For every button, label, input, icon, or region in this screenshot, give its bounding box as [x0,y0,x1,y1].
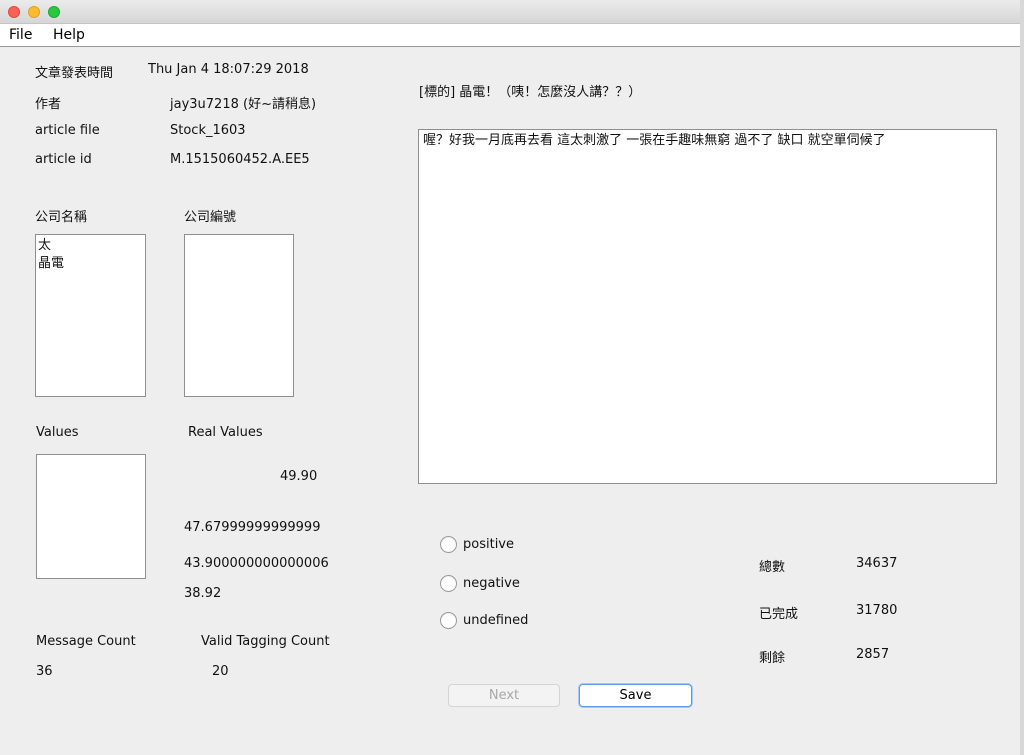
article-id-value: M.1515060452.A.EE5 [170,152,310,167]
company-code-label: 公司編號 [184,210,237,225]
article-title: [標的] 晶電！（咦！怎麼沒人講？？） [419,85,642,100]
undefined-label[interactable]: undefined [463,613,528,628]
negative-radio[interactable] [440,574,457,592]
real-values-label: Real Values [188,425,263,440]
valid-tagging-count-value: 20 [212,664,229,679]
remaining-value: 2857 [856,647,890,662]
positive-label[interactable]: positive [463,537,514,552]
company-name-label: 公司名稱 [35,210,88,225]
window-edge [1020,0,1024,755]
real-value-4: 38.92 [184,586,222,601]
completed-value: 31780 [856,603,898,618]
list-item[interactable]: 晶電 [38,255,143,273]
article-id-label: article id [35,152,92,167]
values-list[interactable] [36,454,146,579]
save-button[interactable]: Save [579,684,692,707]
real-value-1: 49.90 [280,469,318,484]
close-window-button[interactable] [8,6,20,18]
author-label: 作者 [35,97,62,112]
menu-bar: File Help [0,24,1020,47]
undefined-radio[interactable] [440,611,457,629]
values-label: Values [36,425,79,440]
real-value-3: 43.900000000000006 [184,556,329,571]
next-button[interactable]: Next [448,684,560,707]
positive-option[interactable]: positive [440,534,514,554]
list-item[interactable]: 太 [38,237,143,255]
menu-help[interactable]: Help [53,27,85,43]
undefined-option[interactable]: undefined [440,610,528,630]
author-value: jay3u7218 (好~請稍息) [170,97,317,112]
total-value: 34637 [856,556,898,571]
negative-option[interactable]: negative [440,573,520,593]
completed-label: 已完成 [759,607,799,622]
real-value-2: 47.67999999999999 [184,520,321,535]
menu-file[interactable]: File [9,27,32,43]
negative-label[interactable]: negative [463,576,520,591]
total-label: 總數 [759,560,786,575]
window-title-bar [0,0,1024,24]
post-time-value: Thu Jan 4 18:07:29 2018 [148,62,309,77]
message-count-value: 36 [36,664,53,679]
company-name-list[interactable]: 太 晶電 [35,234,146,397]
positive-radio[interactable] [440,535,457,553]
valid-tagging-count-label: Valid Tagging Count [201,634,330,649]
article-file-value: Stock_1603 [170,123,246,138]
post-time-label: 文章發表時間 [35,66,114,81]
article-body-textarea[interactable]: 喔？好我一月底再去看 這太刺激了 一張在手趣味無窮 過不了 缺口 就空單伺候了 [418,129,997,484]
company-code-list[interactable] [184,234,294,397]
minimize-window-button[interactable] [28,6,40,18]
zoom-window-button[interactable] [48,6,60,18]
remaining-label: 剩餘 [759,651,786,666]
article-file-label: article file [35,123,100,138]
message-count-label: Message Count [36,634,136,649]
